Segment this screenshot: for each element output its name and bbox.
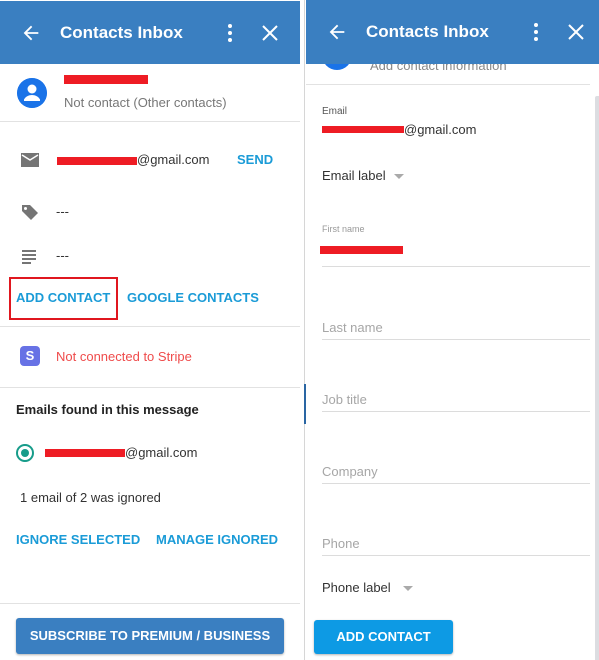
notes-row: --- xyxy=(0,241,300,271)
email-row: @gmail.com SEND xyxy=(0,145,300,175)
phone-label-select[interactable]: Phone label xyxy=(322,580,413,595)
email-radio-selected[interactable] xyxy=(16,444,34,462)
ignore-selected-link[interactable]: IGNORE SELECTED xyxy=(16,532,140,547)
divider xyxy=(306,84,590,85)
email-redacted xyxy=(57,157,137,165)
email-redacted xyxy=(322,126,404,133)
company-placeholder: Company xyxy=(322,464,378,479)
contact-name-redacted xyxy=(64,75,148,84)
account-circle-icon xyxy=(17,78,47,108)
phone-label-select-text: Phone label xyxy=(322,580,391,595)
field-underline xyxy=(322,483,590,484)
email-field[interactable]: Email @gmail.com xyxy=(322,106,590,140)
subscribe-button[interactable]: SUBSCRIBE TO PREMIUM / BUSINESS xyxy=(16,618,284,654)
panel-header: Contacts Inbox xyxy=(306,0,599,64)
panel-divider xyxy=(304,0,305,660)
chevron-down-icon xyxy=(402,586,413,592)
found-email-redacted xyxy=(45,449,125,457)
email-field-label: Email xyxy=(322,106,348,117)
phone-field[interactable]: Phone xyxy=(322,535,590,557)
phone-placeholder: Phone xyxy=(322,536,360,551)
last-name-placeholder: Last name xyxy=(322,320,383,335)
email-field-value: @gmail.com xyxy=(404,122,477,137)
email-value: @gmail.com xyxy=(137,152,210,167)
notes-icon xyxy=(22,250,36,264)
header-title: Contacts Inbox xyxy=(60,23,183,42)
first-name-label: First name xyxy=(322,224,365,234)
google-contacts-link[interactable]: GOOGLE CONTACTS xyxy=(127,290,259,305)
arrow-left-icon[interactable] xyxy=(326,21,348,43)
add-contact-panel: Add contact information Contacts Inbox E… xyxy=(306,0,599,660)
send-button[interactable]: SEND xyxy=(237,152,273,167)
notes-value: --- xyxy=(56,248,69,263)
field-underline xyxy=(322,266,590,267)
stripe-status: Not connected to Stripe xyxy=(56,349,192,364)
divider xyxy=(0,326,300,327)
label-icon xyxy=(22,205,38,220)
chevron-down-icon xyxy=(393,174,404,180)
close-icon[interactable] xyxy=(566,22,586,42)
first-name-redacted xyxy=(320,246,403,254)
company-field[interactable]: Company xyxy=(322,463,590,485)
more-vert-icon[interactable] xyxy=(227,22,233,44)
divider xyxy=(0,603,300,604)
stripe-icon: S xyxy=(20,346,40,366)
job-title-placeholder: Job title xyxy=(322,392,367,407)
field-underline xyxy=(322,411,590,412)
tags-value: --- xyxy=(56,204,69,219)
contact-details-panel: Contacts Inbox Not contact (Other contac… xyxy=(0,0,300,660)
email-label-select-text: Email label xyxy=(322,168,386,183)
tags-row: --- xyxy=(0,197,300,227)
add-contact-link[interactable]: ADD CONTACT xyxy=(16,290,110,305)
scrollbar[interactable] xyxy=(595,96,599,660)
first-name-field[interactable]: First name xyxy=(320,224,590,268)
panel-header: Contacts Inbox xyxy=(0,1,300,64)
field-underline xyxy=(322,339,590,340)
header-title: Contacts Inbox xyxy=(366,22,489,41)
divider xyxy=(0,387,300,388)
mail-icon xyxy=(21,153,39,167)
found-email-value: @gmail.com xyxy=(125,445,198,460)
arrow-left-icon[interactable] xyxy=(20,22,42,44)
emails-found-title: Emails found in this message xyxy=(16,402,199,417)
contact-status: Not contact (Other contacts) xyxy=(64,95,227,110)
add-contact-button[interactable]: ADD CONTACT xyxy=(314,620,453,654)
close-icon[interactable] xyxy=(260,23,280,43)
email-label-select[interactable]: Email label xyxy=(322,168,404,183)
manage-ignored-link[interactable]: MANAGE IGNORED xyxy=(156,532,278,547)
last-name-field[interactable]: Last name xyxy=(322,319,590,341)
ignored-note: 1 email of 2 was ignored xyxy=(20,490,161,505)
job-title-field[interactable]: Job title xyxy=(322,391,590,413)
more-vert-icon[interactable] xyxy=(533,21,539,43)
contact-summary: Not contact (Other contacts) xyxy=(0,64,300,122)
field-underline xyxy=(322,555,590,556)
